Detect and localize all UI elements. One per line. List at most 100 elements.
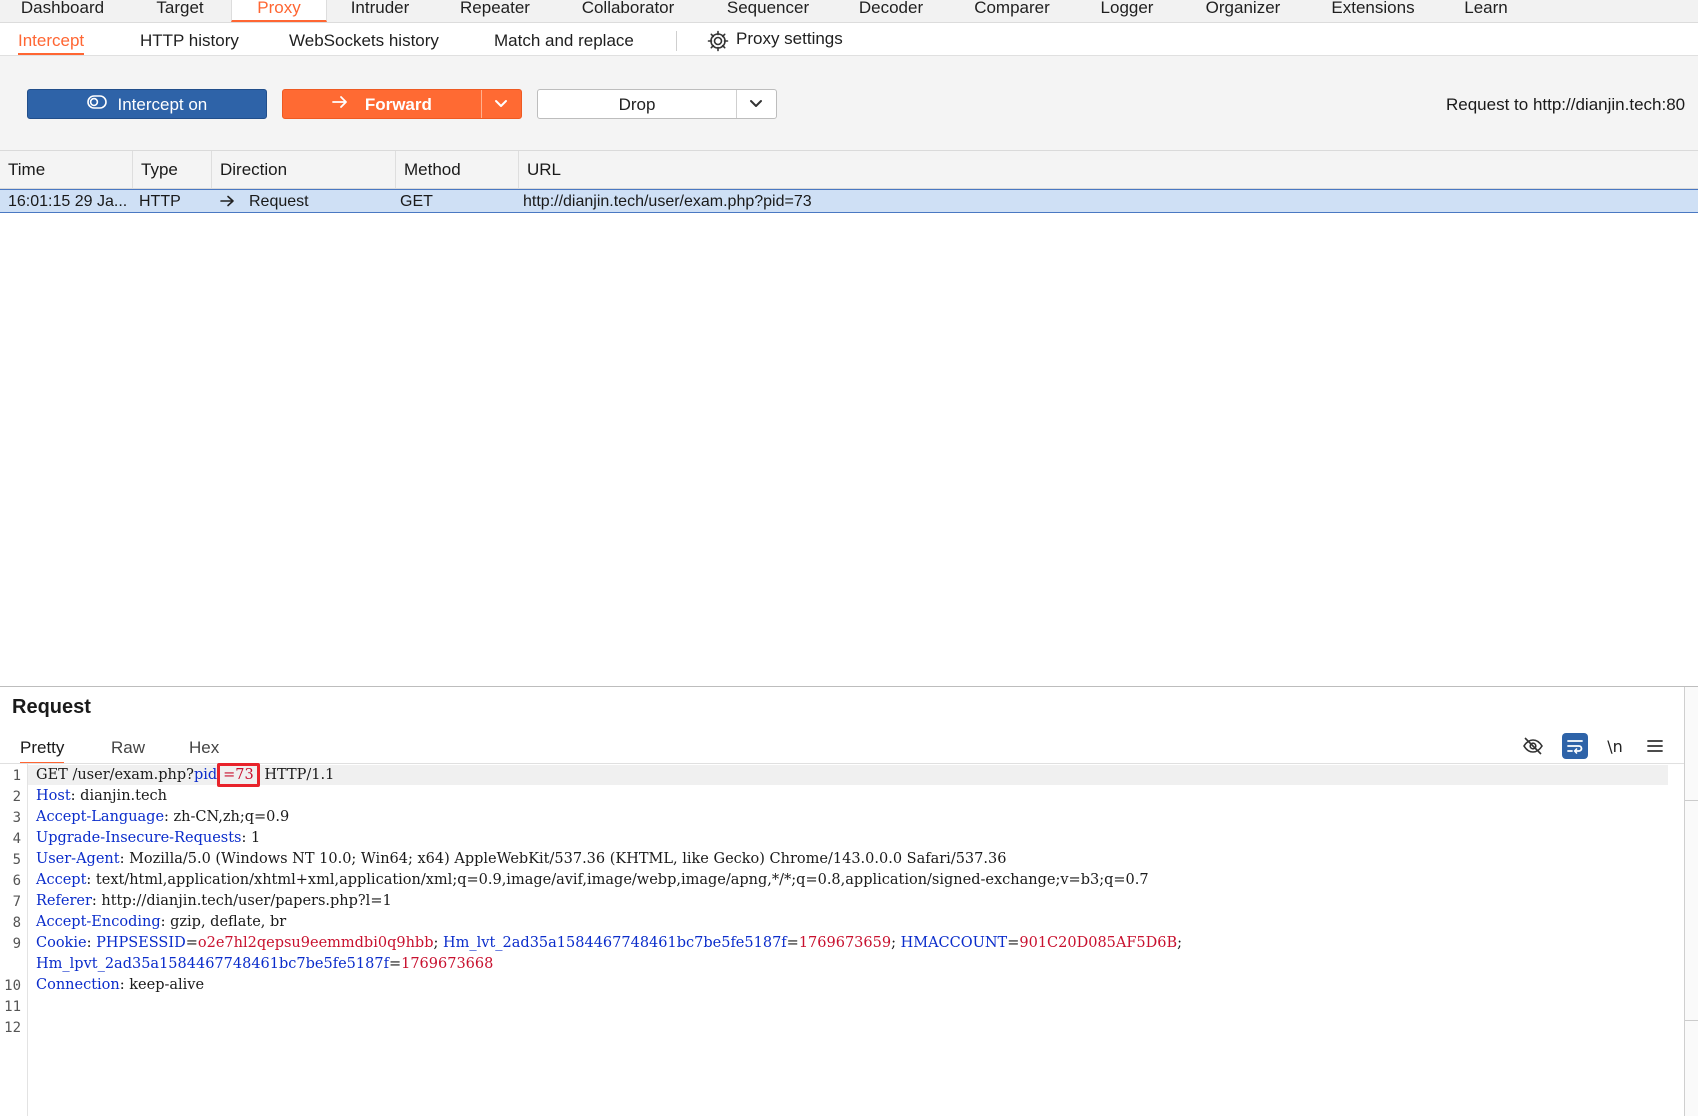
column-header-time[interactable]: Time [0,151,133,188]
line-number: 9 [12,936,21,952]
header-value: http://dianjin.tech/user/papers.php?l=1 [96,893,392,909]
tab-intruder[interactable]: Intruder [340,0,420,22]
drop-dropdown-button[interactable] [736,90,776,118]
cookie-name: HMACCOUNT [900,935,1008,951]
column-header-type[interactable]: Type [133,151,212,188]
menu-icon[interactable] [1642,733,1668,759]
scrollbar-tick [1685,1020,1698,1021]
header-name: Host [36,788,71,804]
request-line-5[interactable]: User-Agent: Mozilla/5.0 (Windows NT 10.0… [36,851,1006,867]
show-newlines-icon[interactable]: \n [1602,733,1628,759]
tab-organizer[interactable]: Organizer [1198,0,1288,22]
row-direction-label: Request [249,192,309,210]
request-line-1[interactable]: GET /user/exam.php?pid =73 HTTP/1.1 [36,763,335,787]
chevron-down-icon [494,99,508,109]
request-panel: Request Pretty Raw Hex \n 1 2 3 4 5 6 7 … [0,687,1685,1116]
row-direction: Request [212,190,396,212]
tab-extensions[interactable]: Extensions [1326,0,1420,22]
request-line-4[interactable]: Upgrade-Insecure-Requests: 1 [36,830,260,846]
line-number: 3 [12,810,21,826]
subtab-intercept[interactable]: Intercept [18,23,85,55]
header-name: Cookie [36,935,87,951]
tab-logger[interactable]: Logger [1092,0,1162,22]
forward-label: Forward [364,95,432,114]
header-value: text/html,application/xhtml+xml,applicat… [91,872,1149,888]
header-value: gzip, deflate, br [165,914,287,930]
line-number: 2 [12,789,21,805]
tab-target[interactable]: Target [140,0,220,22]
tab-comparer[interactable]: Comparer [966,0,1058,22]
tab-decoder[interactable]: Decoder [852,0,930,22]
forward-main[interactable]: Forward [283,90,481,118]
query-param-value-highlight: =73 [217,763,260,787]
cookie-value: 1769673659 [798,935,892,951]
tab-raw[interactable]: Raw [111,736,145,762]
subtab-websockets-history[interactable]: WebSockets history [289,23,439,55]
column-header-direction[interactable]: Direction [212,151,396,188]
request-line-9-wrap[interactable]: Hm_lpvt_2ad35a1584467748461bc7be5fe5187f… [36,956,493,972]
tab-hex[interactable]: Hex [189,736,219,762]
tab-pretty[interactable]: Pretty [20,736,65,764]
request-panel-title: Request [12,696,91,718]
tab-learn[interactable]: Learn [1458,0,1514,22]
header-name: Accept-Encoding [36,914,161,930]
header-value: 1 [246,830,261,846]
drop-label: Drop [618,95,656,114]
request-line-3[interactable]: Accept-Language: zh-CN,zh;q=0.9 [36,809,289,825]
tab-sequencer[interactable]: Sequencer [718,0,818,22]
intercept-toggle-label: Intercept on [117,95,208,114]
scrollbar-tick [1685,800,1698,801]
subtab-match-and-replace[interactable]: Match and replace [494,23,634,55]
intercept-table-header: Time Type Direction Method URL [0,151,1698,189]
tab-collaborator[interactable]: Collaborator [572,0,684,22]
header-name: Connection [36,977,120,993]
request-line-2[interactable]: Host: dianjin.tech [36,788,167,804]
header-name: Accept [36,872,87,888]
table-row[interactable]: 16:01:15 29 Ja... HTTP Request GET http:… [0,189,1698,213]
cookie-value: 1769673668 [401,956,494,972]
hide-nonprintable-icon[interactable] [1520,733,1546,759]
line-number: 1 [12,768,21,784]
wrap-lines-icon[interactable] [1562,733,1588,759]
cookie-value: o2e7hl2qepsu9eemmdbi0q9hbb [197,935,434,951]
cookie-name: Hm_lpvt_2ad35a1584467748461bc7be5fe5187f [36,956,389,972]
tab-repeater[interactable]: Repeater [452,0,538,22]
cookie-value: 901C20D085AF5D6B [1019,935,1178,951]
row-url: http://dianjin.tech/user/exam.php?pid=73 [523,193,812,210]
http-version: HTTP/1.1 [259,767,335,783]
intercept-toggle-button[interactable]: Intercept on [27,89,267,119]
line-number: 5 [12,852,21,868]
request-line-6[interactable]: Accept: text/html,application/xhtml+xml,… [36,872,1149,888]
line-number: 7 [12,894,21,910]
header-name: Accept-Language [36,809,165,825]
row-time: 16:01:15 29 Ja... [8,193,128,210]
forward-button[interactable]: Forward [282,89,522,119]
tab-proxy[interactable]: Proxy [231,0,327,22]
drop-button[interactable]: Drop [537,89,777,119]
forward-dropdown-button[interactable] [481,90,521,118]
tab-dashboard[interactable]: Dashboard [10,0,115,22]
column-header-url[interactable]: URL [519,151,1698,188]
column-header-method[interactable]: Method [396,151,519,188]
header-name: Referer [36,893,92,909]
header-value: zh-CN,zh;q=0.9 [168,809,290,825]
proxy-settings-button[interactable]: Proxy settings [706,23,843,55]
line-number: 8 [12,915,21,931]
line-number: 11 [4,999,21,1015]
gear-icon [706,29,730,53]
request-line-7[interactable]: Referer: http://dianjin.tech/user/papers… [36,893,392,909]
chevron-down-icon [749,99,763,109]
vertical-scrollbar[interactable] [1685,687,1698,1116]
row-method: GET [400,193,433,210]
row-type: HTTP [139,193,181,210]
header-value: Mozilla/5.0 (Windows NT 10.0; Win64; x64… [124,851,1007,867]
request-line-9[interactable]: Cookie: PHPSESSID=o2e7hl2qepsu9eemmdbi0q… [36,935,1182,951]
cookie-name: PHPSESSID [96,935,186,951]
request-line-8[interactable]: Accept-Encoding: gzip, deflate, br [36,914,286,930]
header-name: User-Agent [36,851,120,867]
line-number: 10 [4,978,21,994]
drop-main[interactable]: Drop [538,90,736,118]
subnav-divider [676,31,677,51]
request-line-10[interactable]: Connection: keep-alive [36,977,204,993]
subtab-http-history[interactable]: HTTP history [140,23,239,55]
